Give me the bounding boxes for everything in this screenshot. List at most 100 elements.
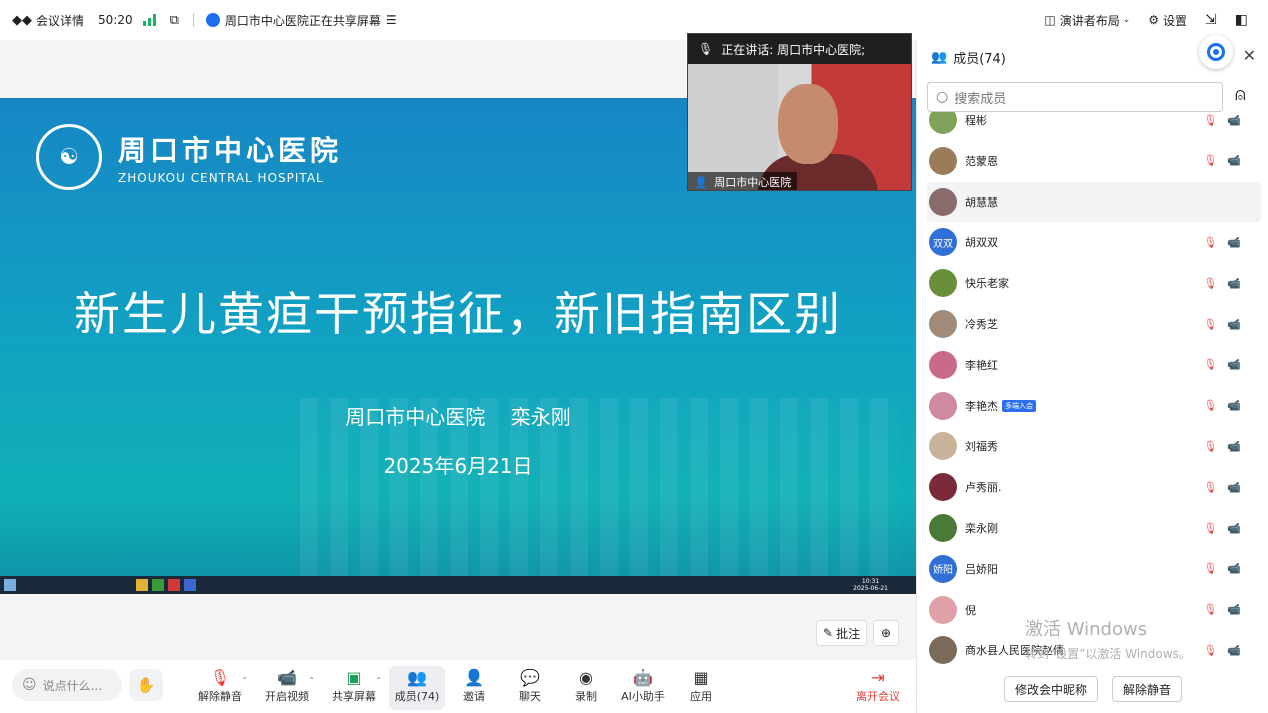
avatar — [929, 432, 957, 461]
mic-muted-icon: 🎙 — [1203, 603, 1218, 617]
sharing-status[interactable]: 周口市中心医院正在共享屏幕 ☰ — [205, 12, 397, 29]
camera-off-icon: 📹 — [1227, 603, 1241, 617]
chevron-up-icon[interactable]: ⌃ — [241, 676, 248, 685]
camera-off-icon: 📹 — [1227, 480, 1241, 494]
member-name: 李艳红 — [965, 358, 998, 372]
apps-button[interactable]: ▦ 应用 — [673, 666, 729, 710]
edit-nickname-button[interactable]: 修改会中昵称 — [1003, 676, 1098, 702]
raise-hand-button[interactable]: ✋ — [129, 669, 163, 701]
floating-assistant-icon[interactable] — [1199, 35, 1233, 69]
avatar — [929, 636, 957, 665]
settings-button[interactable]: ⚙ 设置 — [1148, 12, 1187, 29]
member-row[interactable]: 栾永刚 🎙 📹 — [927, 508, 1261, 548]
layout-button[interactable]: ◫ 演讲者布局 ⌄ — [1044, 12, 1130, 29]
camera-off-icon: 📹 — [1227, 399, 1241, 413]
zoom-in-button[interactable]: ⊕ — [873, 620, 900, 646]
close-icon[interactable]: ✕ — [1243, 46, 1256, 65]
member-row[interactable]: 双双 胡双双 🎙 📹 — [927, 222, 1261, 262]
start-video-button[interactable]: 📹 开启视频 ⌃ — [259, 666, 315, 710]
member-row[interactable]: 刘福秀 🎙 📹 — [927, 426, 1261, 466]
sharing-status-label: 周口市中心医院正在共享屏幕 — [224, 13, 381, 28]
unmute-button[interactable]: 🎙 解除静音 ⌃ — [192, 666, 248, 710]
mic-muted-icon: 🎙 — [1203, 562, 1218, 576]
avatar: 娇阳 — [929, 554, 957, 583]
chevron-down-icon: ⌄ — [1122, 15, 1131, 25]
taskbar-app-icon — [168, 579, 180, 591]
mic-muted-icon: 🎙 — [209, 667, 231, 687]
minimize-icon[interactable]: ⇲ — [1205, 12, 1217, 28]
panel-title: 成员(74) — [953, 51, 1006, 67]
camera-off-icon: 📹 — [1227, 235, 1241, 249]
chevron-up-icon[interactable]: ⌃ — [308, 676, 315, 685]
avatar — [929, 146, 957, 175]
top-right-controls: ◫ 演讲者布局 ⌄ ⚙ 设置 ⇲ ◧ — [1044, 0, 1248, 40]
windows-start-icon — [4, 579, 16, 591]
member-name: 胡慧慧 — [965, 195, 998, 209]
layout-label: 演讲者布局 — [1059, 13, 1120, 28]
unmute-all-button[interactable]: 解除静音 — [1112, 676, 1183, 702]
slide-date: 2025年6月21日 — [383, 454, 533, 478]
member-name: 李艳杰 — [965, 399, 998, 413]
member-row[interactable]: 李艳杰 多端入会 🎙 📹 — [927, 386, 1261, 426]
invite-member-icon[interactable]: ⍝ — [1235, 84, 1246, 105]
member-row[interactable]: 冷秀芝 🎙 📹 — [927, 304, 1261, 344]
member-row[interactable]: 胡慧慧 — [927, 181, 1261, 222]
chat-icon: 💬 — [520, 667, 540, 687]
annotate-button[interactable]: ✎ 批注 — [816, 620, 868, 646]
chat-button[interactable]: 💬 聊天 — [502, 666, 558, 710]
member-name: 刘福秀 — [965, 440, 998, 454]
member-row[interactable]: 程彬 🎙 📹 — [927, 112, 1261, 140]
popout-icon[interactable]: ⧉ — [170, 13, 179, 28]
members-panel: 👥 成员(74) ✕ ○ 搜索成员 ⍝ 程彬 🎙 📹 范蒙恩 🎙 📹 胡慧慧 双双 胡双双 🎙 📹 快… — [916, 35, 1268, 713]
mic-muted-icon: 🎙 — [1203, 154, 1218, 168]
meeting-details-button[interactable]: ◆◆ 会议详情 — [12, 12, 84, 29]
members-button[interactable]: 👥 成员(74) — [389, 666, 445, 710]
mic-muted-icon: 🎙 — [1203, 358, 1218, 372]
taskbar-clock: 10:31 2025-06-21 — [853, 578, 888, 592]
leave-meeting-button[interactable]: ⇥ 离开会议 — [850, 666, 906, 710]
member-row[interactable]: 娇阳 吕娇阳 🎙 📹 — [927, 549, 1261, 589]
bottom-toolbar: ☺ 说点什么... ✋ 🎙 解除静音 ⌃ 📹 开启视频 ⌃ ▣ 共享屏幕 ⌃ 👥… — [0, 660, 916, 713]
member-name: 倪 — [965, 603, 976, 617]
member-name: 冷秀芝 — [965, 318, 998, 331]
avatar — [929, 595, 957, 624]
ai-assistant-icon: 🤖 — [633, 667, 653, 687]
mic-muted-icon: 🎙 — [1203, 113, 1218, 127]
speaking-label: 正在讲话: 周口市中心医院; — [721, 42, 866, 57]
members-icon: 👥 — [407, 667, 427, 687]
chevron-up-icon[interactable]: ⌃ — [375, 676, 382, 685]
gear-icon: ⚙ — [1148, 13, 1160, 27]
camera-off-icon: 📹 — [1227, 562, 1241, 576]
avatar — [929, 473, 957, 502]
ai-assistant-button[interactable]: 🤖 AI小助手 — [615, 666, 671, 710]
speaking-indicator: 🎙 正在讲话: 周口市中心医院; — [688, 34, 911, 64]
mic-icon: 🎙 — [698, 42, 714, 56]
add-user-icon: 👤 — [464, 667, 484, 687]
record-button[interactable]: ◉ 录制 — [558, 666, 614, 710]
avatar — [929, 112, 957, 134]
taskbar-app-icon — [184, 579, 196, 591]
member-name: 栾永刚 — [965, 522, 998, 535]
hospital-logo: ☯ 周口市中心医院 ZHOUKOU CENTRAL HOSPITAL — [36, 124, 342, 190]
invite-button[interactable]: 👤 邀请 — [446, 666, 502, 710]
member-row[interactable]: 范蒙恩 🎙 📹 — [927, 141, 1261, 181]
member-row[interactable]: 卢秀丽. 🎙 📹 — [927, 467, 1261, 507]
mic-muted-icon: 🎙 — [1203, 439, 1218, 453]
share-screen-button[interactable]: ▣ 共享屏幕 ⌃ — [326, 666, 382, 710]
sidebar-toggle-icon[interactable]: ◧ — [1235, 12, 1248, 28]
taskbar-app-icon — [136, 579, 148, 591]
member-name: 范蒙恩 — [965, 154, 998, 168]
camera-off-icon: 📹 — [1227, 317, 1241, 331]
smile-icon: ☺ — [22, 677, 37, 693]
say-something-input[interactable]: ☺ 说点什么... — [12, 669, 122, 701]
search-members-input[interactable]: ○ 搜索成员 — [927, 82, 1223, 112]
camera-off-icon: 📹 — [1227, 521, 1241, 535]
search-icon: ○ — [936, 89, 949, 105]
member-row[interactable]: 快乐老家 🎙 📹 — [927, 263, 1261, 303]
hospital-name-en: ZHOUKOU CENTRAL HOSPITAL — [118, 171, 324, 185]
member-row[interactable]: 李艳红 🎙 📹 — [927, 345, 1261, 385]
speaker-video[interactable]: 🎙 正在讲话: 周口市中心医院; 👤 周口市中心医院 — [687, 33, 912, 191]
annotate-label: 批注 — [836, 626, 861, 641]
member-name: 快乐老家 — [965, 277, 1009, 291]
user-icon: 👤 — [694, 176, 708, 189]
